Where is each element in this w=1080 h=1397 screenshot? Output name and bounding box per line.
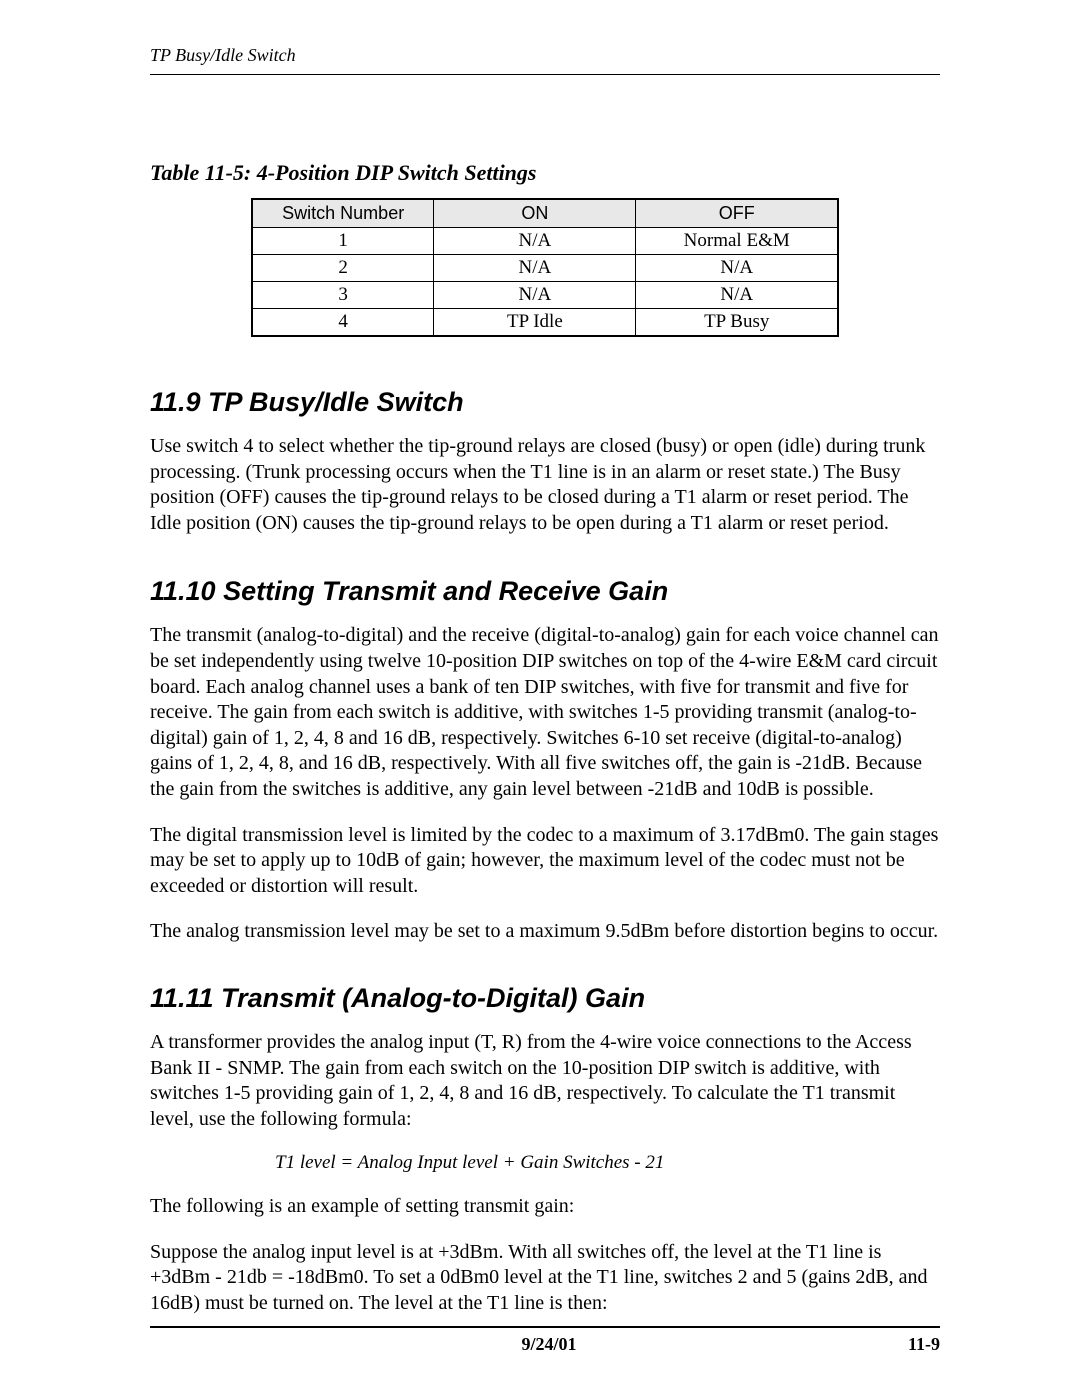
- paragraph: A transformer provides the analog input …: [150, 1030, 940, 1132]
- cell-switch-num: 1: [252, 228, 434, 255]
- table-row: 2 N/A N/A: [252, 255, 838, 282]
- col-header-off: OFF: [636, 199, 838, 228]
- cell-off: N/A: [636, 282, 838, 309]
- cell-switch-num: 4: [252, 309, 434, 337]
- paragraph: The transmit (analog-to-digital) and the…: [150, 623, 940, 802]
- table-row: 3 N/A N/A: [252, 282, 838, 309]
- cell-on: N/A: [434, 282, 636, 309]
- cell-on: TP Idle: [434, 309, 636, 337]
- paragraph: Suppose the analog input level is at +3d…: [150, 1240, 940, 1317]
- paragraph: The digital transmission level is limite…: [150, 823, 940, 900]
- section-heading-11-11: 11.11 Transmit (Analog-to-Digital) Gain: [150, 983, 940, 1014]
- paragraph: Use switch 4 to select whether the tip-g…: [150, 434, 940, 536]
- footer-spacer: [150, 1334, 190, 1355]
- table-header-row: Switch Number ON OFF: [252, 199, 838, 228]
- footer-page-number: 11-9: [908, 1334, 940, 1355]
- section-heading-11-10: 11.10 Setting Transmit and Receive Gain: [150, 576, 940, 607]
- paragraph: The analog transmission level may be set…: [150, 919, 940, 945]
- cell-on: N/A: [434, 228, 636, 255]
- dip-switch-table: Switch Number ON OFF 1 N/A Normal E&M 2 …: [251, 198, 839, 337]
- formula-text: T1 level = Analog Input level + Gain Swi…: [275, 1152, 940, 1174]
- cell-off: Normal E&M: [636, 228, 838, 255]
- col-header-on: ON: [434, 199, 636, 228]
- table-row: 4 TP Idle TP Busy: [252, 309, 838, 337]
- footer-date: 9/24/01: [521, 1334, 576, 1355]
- footer-rule: [150, 1326, 940, 1328]
- cell-switch-num: 2: [252, 255, 434, 282]
- page-footer: 9/24/01 11-9: [150, 1326, 940, 1355]
- cell-switch-num: 3: [252, 282, 434, 309]
- cell-off: TP Busy: [636, 309, 838, 337]
- running-header: TP Busy/Idle Switch: [150, 45, 940, 66]
- cell-on: N/A: [434, 255, 636, 282]
- header-rule: [150, 74, 940, 75]
- section-heading-11-9: 11.9 TP Busy/Idle Switch: [150, 387, 940, 418]
- table-caption: Table 11-5: 4-Position DIP Switch Settin…: [150, 160, 940, 186]
- cell-off: N/A: [636, 255, 838, 282]
- table-row: 1 N/A Normal E&M: [252, 228, 838, 255]
- paragraph: The following is an example of setting t…: [150, 1194, 940, 1220]
- col-header-switch-number: Switch Number: [252, 199, 434, 228]
